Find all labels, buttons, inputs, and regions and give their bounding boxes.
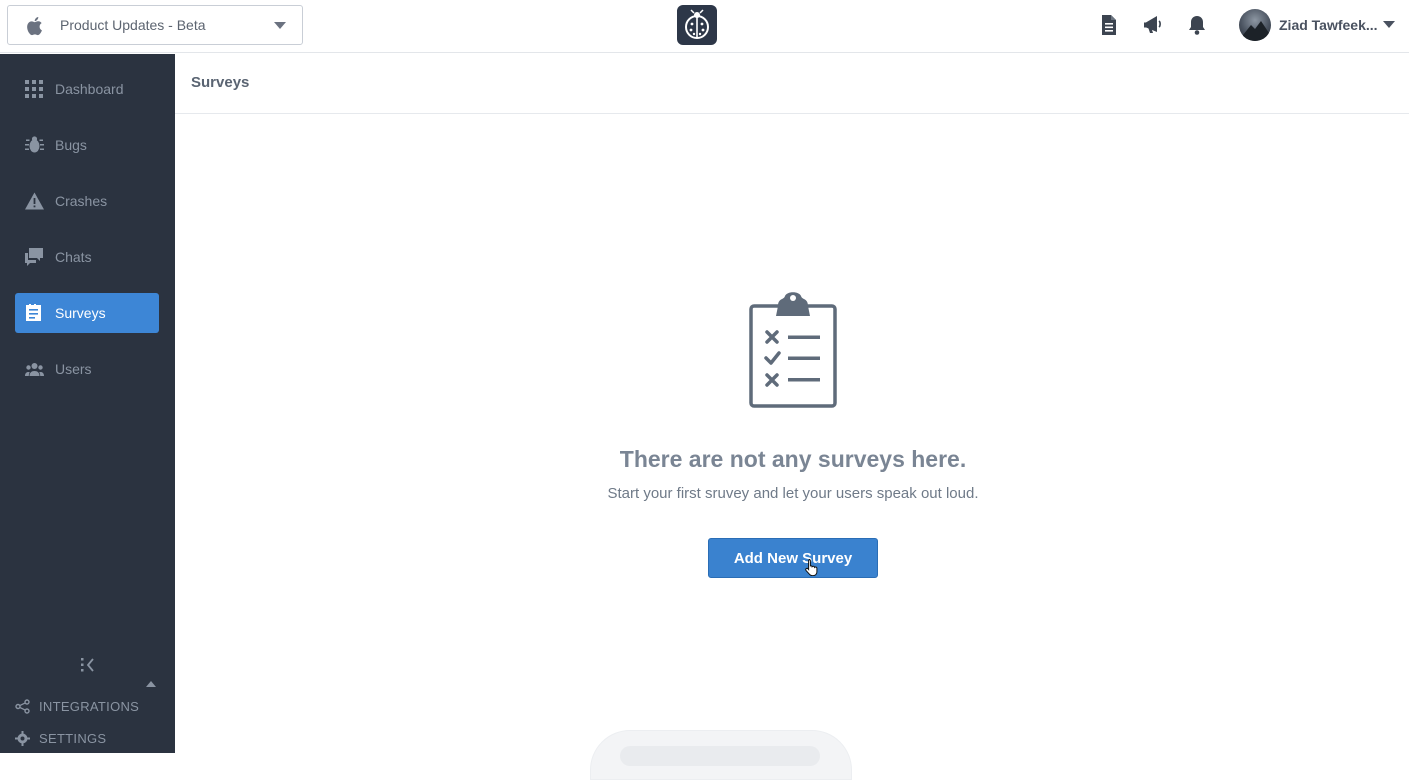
app-selector-label: Product Updates - Beta xyxy=(60,17,206,33)
page-header: Surveys xyxy=(175,54,1409,114)
chevron-down-icon xyxy=(274,22,286,29)
sidebar-item-crashes[interactable]: Crashes xyxy=(15,181,159,221)
apple-icon xyxy=(27,17,42,36)
survey-icon xyxy=(26,304,41,321)
sidebar-item-chats[interactable]: Chats xyxy=(15,237,159,277)
sidebar-item-surveys[interactable]: Surveys xyxy=(15,293,159,333)
integrations-label: INTEGRATIONS xyxy=(39,698,140,714)
sidebar-item-users[interactable]: Users xyxy=(15,349,159,389)
add-new-survey-button[interactable]: Add New Survey xyxy=(708,538,878,578)
chevron-up-icon[interactable] xyxy=(146,681,156,687)
chat-icon xyxy=(25,248,43,266)
hand-cursor-icon xyxy=(805,559,818,576)
sidebar-item-label: Chats xyxy=(55,249,92,265)
clipboard-checklist-icon xyxy=(749,292,837,408)
app-selector-dropdown[interactable]: Product Updates - Beta xyxy=(7,5,303,45)
collapse-sidebar-icon[interactable] xyxy=(79,656,97,674)
integrations-link[interactable]: INTEGRATIONS xyxy=(15,696,139,716)
sidebar: Dashboard Bugs Crashes Chats Surveys Use… xyxy=(0,54,175,753)
sidebar-item-dashboard[interactable]: Dashboard xyxy=(15,69,159,109)
avatar[interactable] xyxy=(1239,9,1271,41)
empty-state-title: There are not any surveys here. xyxy=(619,446,967,472)
share-nodes-icon xyxy=(15,698,30,714)
user-name[interactable]: Ziad Tawfeek... xyxy=(1279,17,1378,33)
users-icon xyxy=(25,363,44,376)
bug-icon xyxy=(25,136,44,153)
sidebar-item-label: Bugs xyxy=(55,137,87,153)
grid-icon xyxy=(25,80,43,98)
megaphone-icon[interactable] xyxy=(1140,12,1166,38)
sidebar-item-label: Users xyxy=(55,361,92,377)
gear-icon xyxy=(15,730,30,746)
sidebar-item-label: Crashes xyxy=(55,193,108,209)
sidebar-item-bugs[interactable]: Bugs xyxy=(15,125,159,165)
sidebar-item-label: Dashboard xyxy=(55,81,124,97)
page-title: Surveys xyxy=(191,74,250,91)
user-menu-chevron-down-icon[interactable] xyxy=(1383,21,1395,28)
empty-state-subtitle: Start your first sruvey and let your use… xyxy=(607,485,979,502)
settings-link[interactable]: SETTINGS xyxy=(15,728,106,748)
bell-icon[interactable] xyxy=(1184,12,1210,38)
warning-icon xyxy=(25,192,44,210)
ladybug-logo-icon[interactable] xyxy=(677,5,717,45)
top-bar: Product Updates - Beta Ziad Tawfeek... xyxy=(0,0,1409,53)
bottom-floating-panel-inner xyxy=(620,746,820,766)
document-icon[interactable] xyxy=(1096,12,1122,38)
settings-label: SETTINGS xyxy=(39,730,107,746)
sidebar-item-label: Surveys xyxy=(55,305,106,321)
